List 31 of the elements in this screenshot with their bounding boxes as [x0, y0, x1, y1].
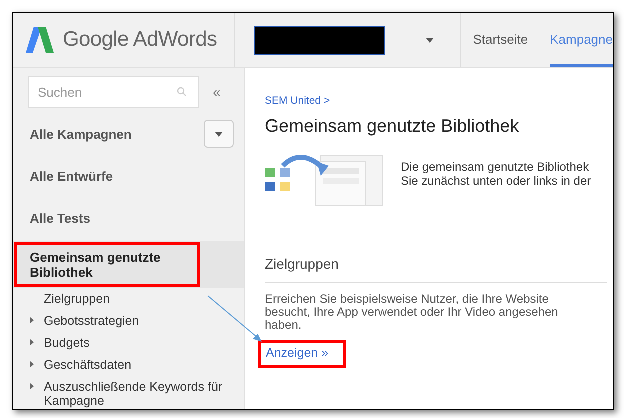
section-heading: Zielgruppen [265, 254, 340, 274]
section-description: Erreichen Sie beispielsweise Nutzer, die Ihre Website besucht, Ihre App verwendet oder Ihr Video angesehen haben. [265, 292, 560, 332]
breadcrumb-link[interactable]: SEM United > [265, 94, 609, 110]
tree-item[interactable]: Budgets [13, 332, 244, 354]
expand-arrow-icon [30, 339, 34, 346]
product-name: Google AdWords [63, 27, 218, 54]
sidebar-item[interactable]: Alle Tests [13, 197, 244, 239]
sidebar-item[interactable]: Alle Entwürfe [13, 155, 244, 197]
search-icon [177, 87, 187, 97]
show-link[interactable]: Anzeigen » [266, 344, 329, 364]
expand-arrow-icon [30, 383, 34, 390]
tree-item[interactable]: Gebotsstrategien [13, 310, 244, 332]
tree-item[interactable]: Geschäftsdaten [13, 354, 244, 376]
expand-arrow-icon [30, 361, 34, 368]
nav-tab[interactable]: Startseite [473, 13, 528, 67]
tree-item[interactable]: Auszuschließende Keywords für Kampagne [13, 376, 244, 409]
tree-item[interactable]: Zielgruppen [13, 288, 244, 310]
intro-text: Sie zunächst unten oder links in der [401, 174, 592, 188]
adwords-logo-icon [25, 25, 55, 55]
campaign-dropdown[interactable] [204, 120, 234, 148]
intro-text: Die gemeinsam genutzte Bibliothek [401, 160, 590, 174]
sidebar-item[interactable]: Gemeinsam genutzte Bibliothek [13, 241, 244, 288]
page-title: Gemeinsam genutzte Bibliothek [265, 114, 520, 138]
caret-icon [215, 132, 223, 136]
collapse-button[interactable]: « [213, 82, 221, 102]
annotation-arrow [206, 294, 264, 344]
sidebar-item[interactable]: Alle Kampagnen [13, 113, 244, 155]
caret-icon [426, 38, 434, 42]
expand-arrow-icon [30, 317, 34, 324]
search-field[interactable]: Suchen [28, 76, 199, 108]
nav-tab[interactable]: Kampagne [550, 13, 613, 67]
